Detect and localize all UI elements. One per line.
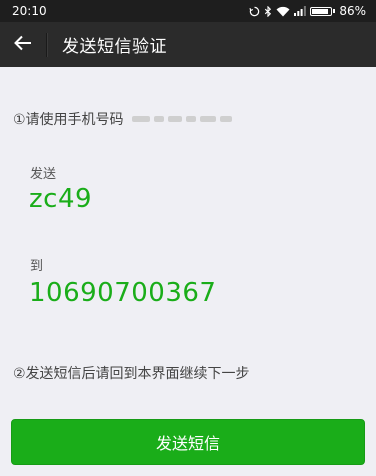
step1-text: ①请使用手机号码 <box>13 112 124 128</box>
step2-instruction: ②发送短信后请回到本界面继续下一步 <box>13 366 250 382</box>
page-title: 发送短信验证 <box>62 37 167 57</box>
battery-icon <box>310 6 336 16</box>
step1-instruction: ①请使用手机号码 <box>13 109 232 129</box>
send-label: 发送 <box>30 167 57 182</box>
status-icons: 86% <box>249 4 366 18</box>
bluetooth-icon <box>264 5 272 17</box>
arrow-left-icon <box>14 35 32 55</box>
masked-phone-number <box>131 116 232 122</box>
status-time: 20:10 <box>12 4 47 18</box>
send-sms-button-label: 发送短信 <box>155 434 220 453</box>
wifi-icon <box>276 6 290 17</box>
header-divider <box>46 32 48 57</box>
sync-icon <box>249 6 260 17</box>
signal-icon <box>294 6 307 16</box>
recipient-number: 10690700367 <box>29 278 217 308</box>
main-content: ①请使用手机号码 发送 zc49 到 10690700367 ②发送短信后请回到… <box>0 67 376 476</box>
send-sms-button[interactable]: 发送短信 <box>11 419 365 465</box>
back-button[interactable] <box>0 22 46 67</box>
sms-content: zc49 <box>29 184 93 214</box>
status-bar: 20:10 86% <box>0 0 376 22</box>
app-bar: 发送短信验证 <box>0 22 376 67</box>
to-label: 到 <box>30 259 44 274</box>
battery-percent: 86% <box>339 4 366 18</box>
